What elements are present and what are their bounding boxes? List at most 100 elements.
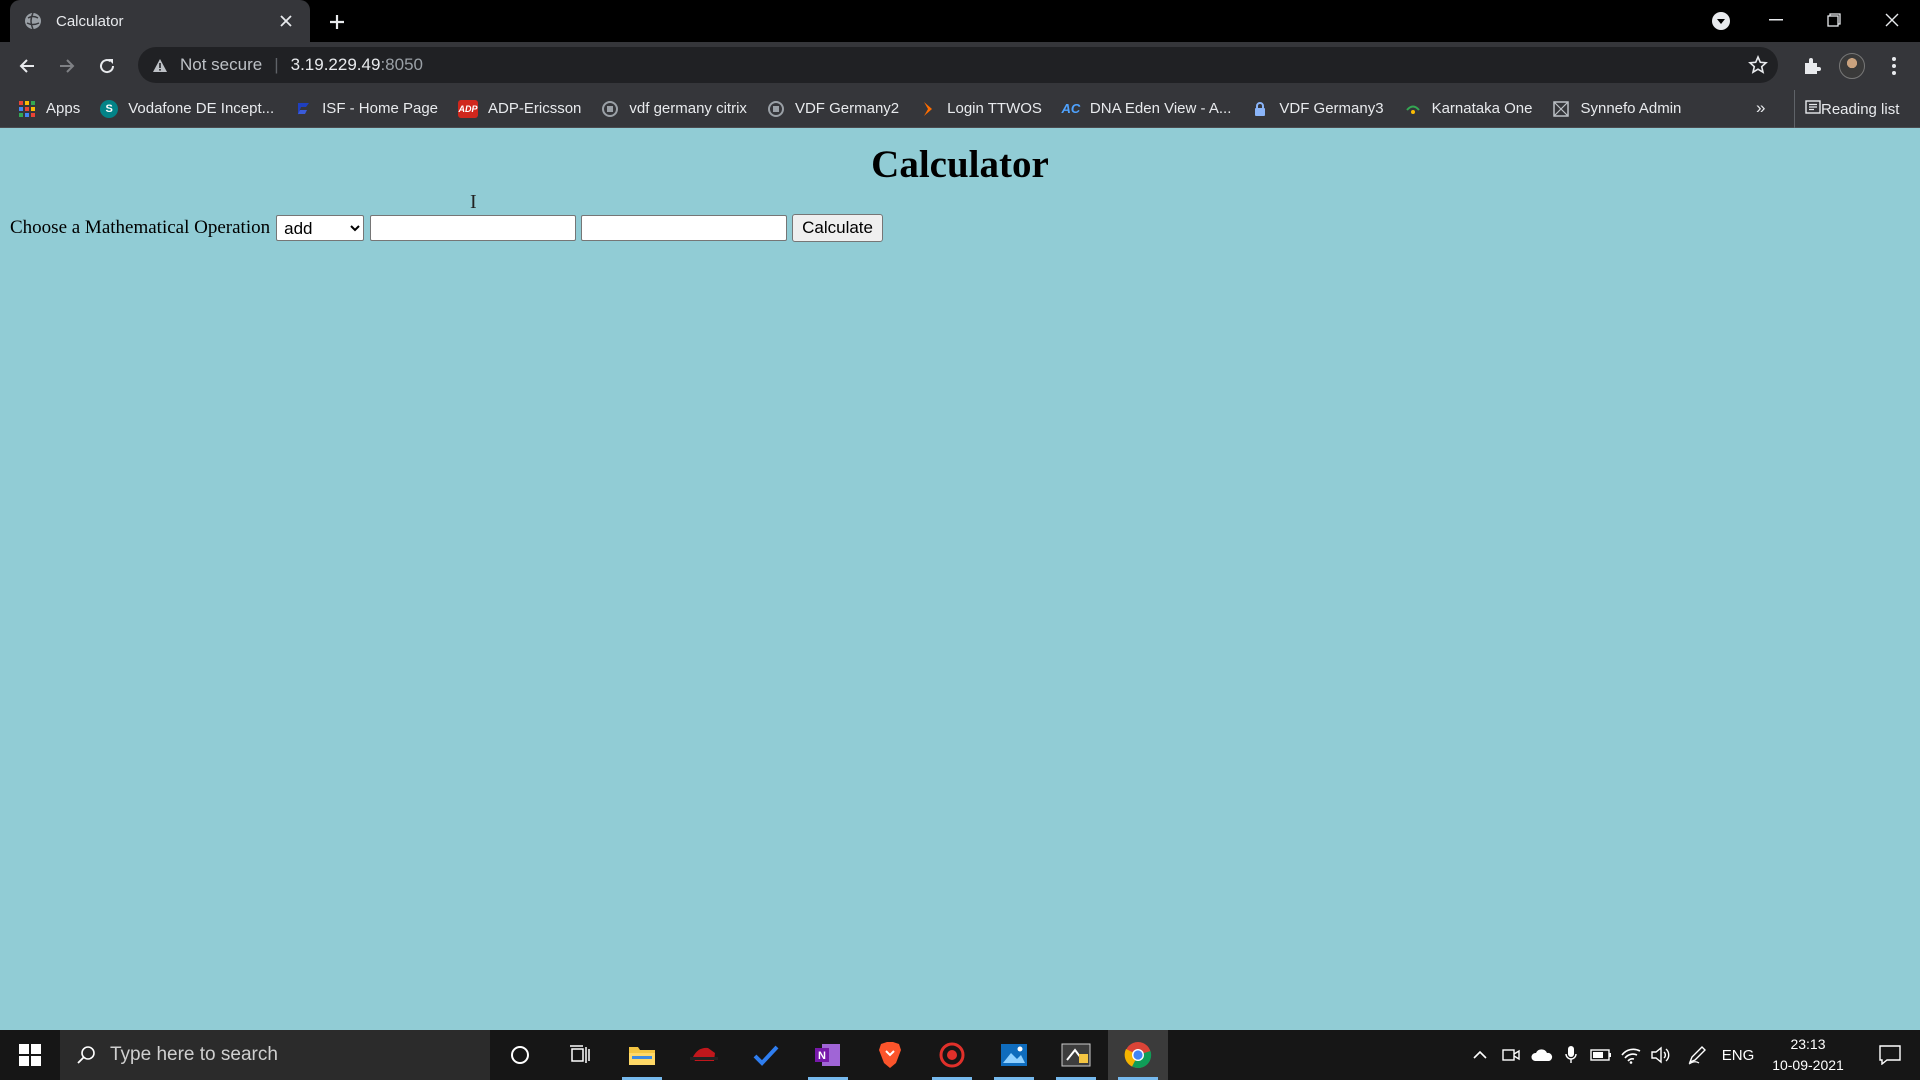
- brave-icon[interactable]: [860, 1030, 920, 1080]
- bookmark-label: VDF Germany3: [1279, 100, 1384, 117]
- bookmark-label: ISF - Home Page: [322, 100, 439, 117]
- first-number-input[interactable]: [370, 215, 577, 241]
- bookmark-adp[interactable]: ADP ADP-Ericsson: [458, 99, 582, 118]
- bookmark-vodafone[interactable]: S Vodafone DE Incept...: [100, 99, 275, 118]
- bookmark-isf[interactable]: ISF - Home Page: [294, 100, 438, 118]
- calculate-button[interactable]: Calculate: [792, 214, 883, 242]
- browser-toolbar: Not secure | 3.19.229.49:8050: [0, 42, 1920, 90]
- apps-grid-icon: [18, 100, 36, 118]
- warning-icon[interactable]: [150, 55, 170, 75]
- isf-icon: [294, 100, 312, 118]
- bookmarks-bar: Apps S Vodafone DE Incept... ISF - Home …: [0, 90, 1920, 128]
- search-placeholder: Type here to search: [110, 1044, 278, 1065]
- operation-label: Choose a Mathematical Operation: [10, 217, 271, 238]
- bookmark-label: Vodafone DE Incept...: [128, 100, 275, 117]
- tab-calculator[interactable]: Calculator: [10, 0, 310, 42]
- second-number-input[interactable]: [581, 215, 788, 241]
- photos-icon[interactable]: [984, 1030, 1044, 1080]
- citrix-icon: [767, 100, 785, 118]
- operation-select[interactable]: add: [276, 215, 365, 241]
- bookmark-karnataka[interactable]: Karnataka One: [1404, 100, 1533, 118]
- microphone-icon[interactable]: [1560, 1030, 1582, 1080]
- calculator-form: Choose a Mathematical Operation add Calc…: [10, 214, 883, 242]
- bookmark-vdf-citrix[interactable]: vdf germany citrix: [601, 100, 747, 118]
- address-host[interactable]: 3.19.229.49: [291, 55, 381, 75]
- globe-icon: [24, 12, 42, 30]
- page-content: Calculator Choose a Mathematical Operati…: [0, 128, 1920, 1030]
- not-secure-label[interactable]: Not secure: [180, 55, 262, 75]
- show-hidden-icons-chevron-icon[interactable]: [1468, 1030, 1492, 1080]
- bookmark-label: Login TTWOS: [947, 100, 1042, 117]
- text-cursor-icon: I: [470, 191, 477, 213]
- meet-now-icon[interactable]: [1498, 1030, 1524, 1080]
- clock-date: 10-09-2021: [1772, 1057, 1844, 1073]
- bookmark-ttwos[interactable]: Login TTWOS: [919, 100, 1042, 118]
- new-tab-button[interactable]: [324, 9, 350, 35]
- close-tab-icon[interactable]: [276, 11, 296, 31]
- address-bar[interactable]: Not secure | 3.19.229.49:8050: [138, 47, 1778, 83]
- tab-title: Calculator: [56, 12, 124, 30]
- karnataka-icon: [1404, 100, 1422, 118]
- bookmark-label: Karnataka One: [1431, 100, 1533, 117]
- citrix-icon: [601, 100, 619, 118]
- adp-icon: ADP: [458, 99, 479, 118]
- language-indicator[interactable]: ENG: [1718, 1030, 1758, 1080]
- bookmark-star-icon[interactable]: [1746, 53, 1770, 77]
- taskbar: Type here to search N ENG 23:13 10-09-20…: [0, 1030, 1920, 1080]
- extensions-icon[interactable]: [1796, 50, 1828, 82]
- bookmark-label: ADP-Ericsson: [488, 100, 582, 117]
- app-red-car-icon[interactable]: [674, 1030, 734, 1080]
- bookmark-vdf-germany2[interactable]: VDF Germany2: [767, 100, 899, 118]
- tab-search-icon[interactable]: [1708, 8, 1734, 34]
- profile-avatar[interactable]: [1836, 50, 1868, 82]
- reload-icon[interactable]: [91, 50, 123, 82]
- cortana-icon[interactable]: [490, 1030, 550, 1080]
- reading-list-label: Reading list: [1821, 100, 1900, 118]
- volume-icon[interactable]: [1648, 1030, 1674, 1080]
- pen-icon[interactable]: [1684, 1030, 1710, 1080]
- wifi-icon[interactable]: [1618, 1030, 1644, 1080]
- battery-icon[interactable]: [1588, 1030, 1614, 1080]
- taskbar-search-box[interactable]: Type here to search: [60, 1030, 490, 1080]
- file-explorer-icon[interactable]: [612, 1030, 672, 1080]
- onedrive-icon[interactable]: [1528, 1030, 1556, 1080]
- lock-icon: [1251, 100, 1269, 118]
- windows-icon: [19, 1044, 41, 1066]
- reading-list-icon: [1805, 100, 1821, 118]
- address-separator: |: [274, 55, 279, 74]
- notification-center-icon[interactable]: [1860, 1030, 1920, 1080]
- task-view-icon[interactable]: [550, 1030, 610, 1080]
- forward-icon[interactable]: [51, 50, 83, 82]
- restore-icon[interactable]: [1806, 0, 1862, 40]
- clock[interactable]: 23:13 10-09-2021: [1760, 1034, 1856, 1076]
- synnefo-icon: [1552, 100, 1570, 118]
- address-port[interactable]: :8050: [380, 55, 423, 75]
- start-button[interactable]: [0, 1030, 60, 1080]
- more-bookmarks-chevron-icon[interactable]: »: [1756, 98, 1765, 118]
- onenote-icon[interactable]: N: [798, 1030, 858, 1080]
- page-title: Calculator: [871, 143, 1049, 186]
- bookmark-label: VDF Germany2: [794, 100, 900, 117]
- close-window-icon[interactable]: [1864, 0, 1920, 40]
- minimize-icon[interactable]: [1748, 0, 1804, 40]
- sharepoint-icon: S: [100, 99, 119, 118]
- bookmark-label: DNA Eden View - A...: [1089, 100, 1232, 117]
- recorder-icon[interactable]: [922, 1030, 982, 1080]
- tab-strip: Calculator: [0, 0, 1920, 42]
- bookmark-apps[interactable]: Apps: [18, 100, 80, 118]
- svg-text:N: N: [818, 1050, 826, 1062]
- snipping-tool-icon[interactable]: [1046, 1030, 1106, 1080]
- todo-check-icon[interactable]: [736, 1030, 796, 1080]
- menu-icon[interactable]: [1878, 50, 1910, 82]
- reading-list-button[interactable]: Reading list: [1794, 90, 1899, 128]
- bookmark-label: Apps: [46, 100, 81, 117]
- back-icon[interactable]: [11, 50, 43, 82]
- search-icon: [76, 1045, 96, 1065]
- chrome-icon[interactable]: [1108, 1030, 1168, 1080]
- avatar: [1839, 53, 1865, 79]
- bookmark-label: Synnefo Admin: [1580, 100, 1682, 117]
- bookmark-synnefo[interactable]: Synnefo Admin: [1552, 100, 1681, 118]
- bookmark-vdf-germany3[interactable]: VDF Germany3: [1251, 100, 1384, 118]
- ttwos-icon: [919, 100, 937, 118]
- bookmark-dna-eden[interactable]: AC DNA Eden View - A...: [1062, 100, 1232, 118]
